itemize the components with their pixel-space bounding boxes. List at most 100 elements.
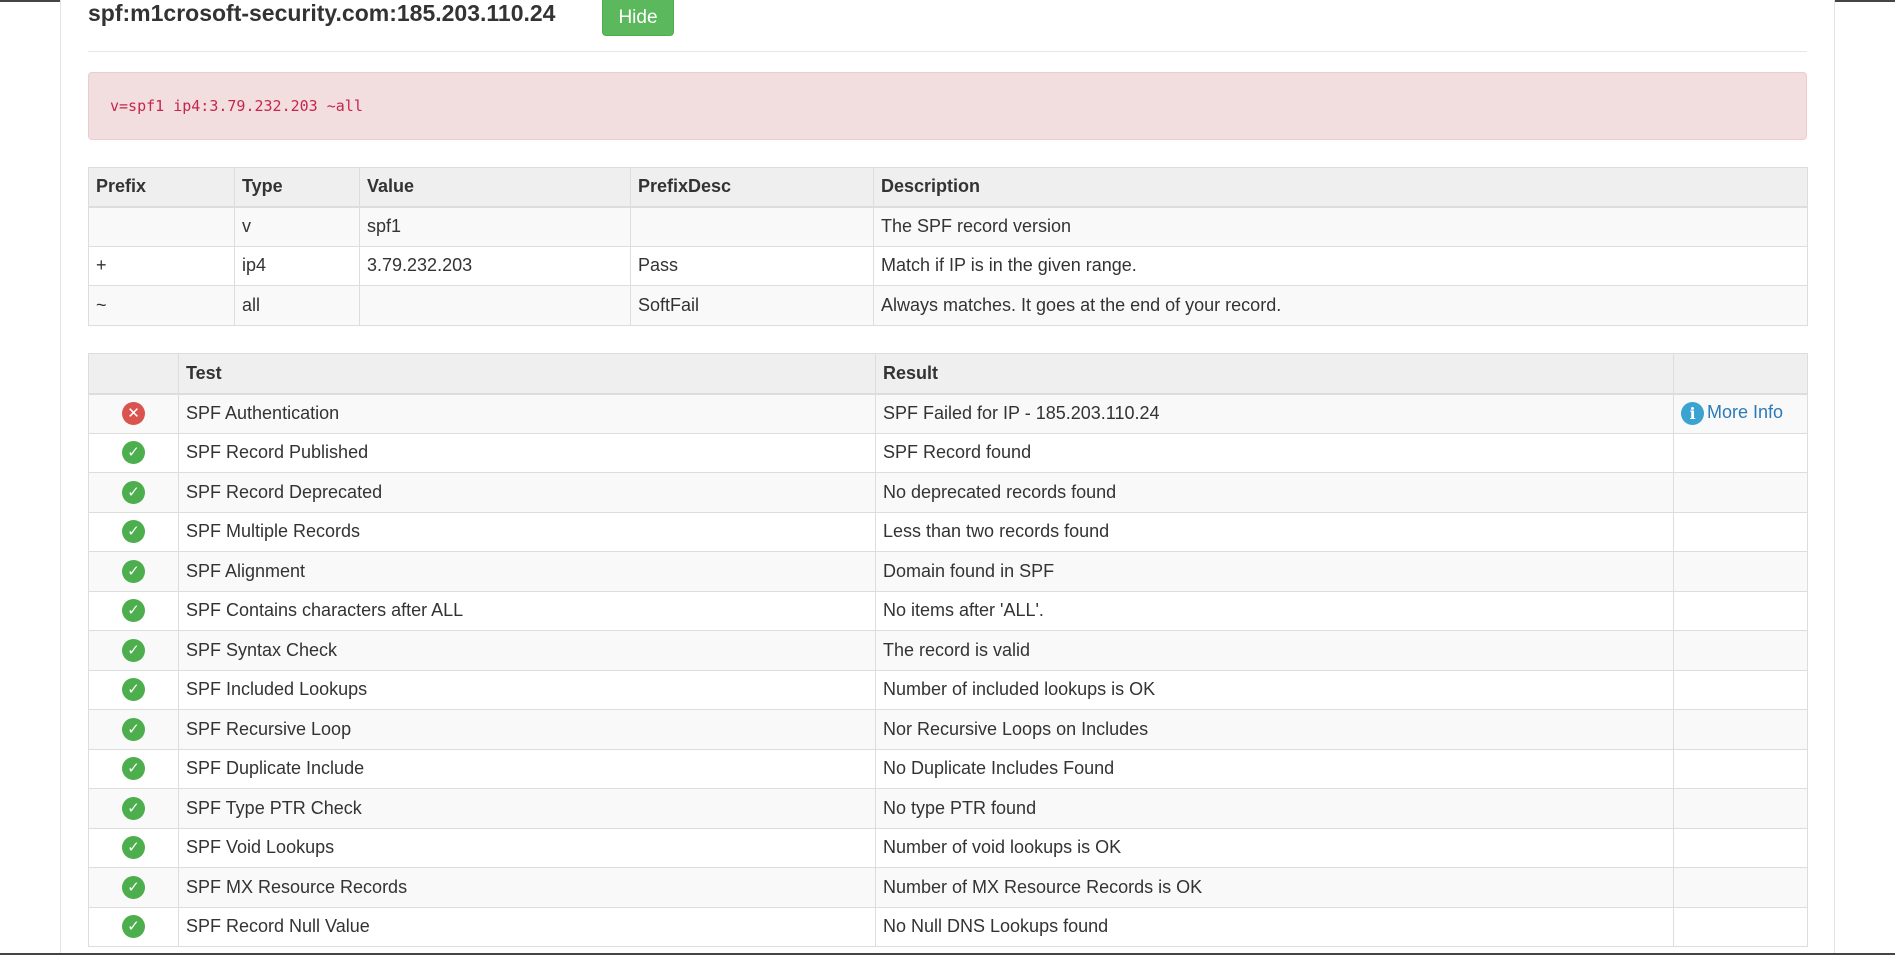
table-row: ✓ SPF Contains characters after ALL No ite… xyxy=(88,590,1808,631)
column-header-test: Test xyxy=(178,353,876,395)
table-row: ~ all SoftFail Always matches. It goes a… xyxy=(88,285,1808,326)
cell-result: SPF Record found xyxy=(875,432,1674,473)
cell-result: Less than two records found xyxy=(875,511,1674,552)
column-header-prefix: Prefix xyxy=(88,167,235,208)
check-circle-icon: ✓ xyxy=(122,875,145,899)
cell-result: No Duplicate Includes Found xyxy=(875,748,1674,789)
column-header-prefixdesc: PrefixDesc xyxy=(630,167,874,208)
cell-status: ✓ xyxy=(88,472,179,513)
table-row: ✓ SPF Record Published SPF Record found xyxy=(88,432,1808,473)
check-circle-icon: ✓ xyxy=(122,717,145,741)
table-row: v spf1 The SPF record version xyxy=(88,206,1808,247)
table-row: ✓ SPF Duplicate Include No Duplicate Inclu… xyxy=(88,748,1808,789)
cell-result: No type PTR found xyxy=(875,788,1674,829)
cell-value: 3.79.232.203 xyxy=(359,245,631,286)
cell-prefixdesc xyxy=(630,206,874,247)
check-circle-icon: ✓ xyxy=(122,559,145,583)
cell-info xyxy=(1673,788,1808,829)
table-row: ✓ SPF Record Deprecated No deprecated reco… xyxy=(88,472,1808,513)
cell-test: SPF Contains characters after ALL xyxy=(178,590,876,631)
cell-status: ✓ xyxy=(88,827,179,868)
cell-result: SPF Failed for IP - 185.203.110.24 xyxy=(875,393,1674,434)
table-row: ✓ SPF Void Lookups Number of void lookups … xyxy=(88,827,1808,868)
cell-info xyxy=(1673,630,1808,671)
cell-test: SPF Alignment xyxy=(178,551,876,592)
x-circle-icon: ✕ xyxy=(122,402,145,425)
hide-button[interactable]: Hide xyxy=(602,0,674,36)
check-circle-icon: ✓ xyxy=(122,520,145,544)
check-circle-icon: ✓ xyxy=(122,599,145,623)
cell-test: SPF Syntax Check xyxy=(178,630,876,671)
check-circle-icon: ✓ xyxy=(122,638,145,662)
cell-result: Number of included lookups is OK xyxy=(875,669,1674,710)
cell-test: SPF Record Deprecated xyxy=(178,472,876,513)
cell-info xyxy=(1673,669,1808,710)
spf-tests-table: Test Result ✕ SPF Authentication SPF Faile… xyxy=(88,353,1808,947)
cell-result: Domain found in SPF xyxy=(875,551,1674,592)
cell-test: SPF Duplicate Include xyxy=(178,748,876,789)
cell-prefix: ~ xyxy=(88,285,235,326)
table-header-row: Prefix Type Value PrefixDesc Description xyxy=(88,167,1808,208)
table-row: ✓ SPF Included Lookups Number of included … xyxy=(88,669,1808,710)
column-header-result: Result xyxy=(875,353,1674,395)
cell-status: ✓ xyxy=(88,788,179,829)
cell-test: SPF MX Resource Records xyxy=(178,867,876,908)
cell-value: spf1 xyxy=(359,206,631,247)
cell-info: i More Info xyxy=(1673,393,1808,434)
info-circle-icon: i xyxy=(1681,402,1704,425)
check-circle-icon: ✓ xyxy=(122,678,145,702)
check-circle-icon: ✓ xyxy=(122,796,145,820)
cell-status: ✓ xyxy=(88,432,179,473)
cell-test: SPF Included Lookups xyxy=(178,669,876,710)
cell-test: SPF Void Lookups xyxy=(178,827,876,868)
cell-prefixdesc: Pass xyxy=(630,245,874,286)
cell-test: SPF Record Published xyxy=(178,432,876,473)
cell-description: The SPF record version xyxy=(873,206,1808,247)
cell-prefix: + xyxy=(88,245,235,286)
cell-test: SPF Multiple Records xyxy=(178,511,876,552)
cell-info xyxy=(1673,748,1808,789)
more-info-link[interactable]: i More Info xyxy=(1681,402,1783,425)
cell-status: ✓ xyxy=(88,709,179,750)
cell-info xyxy=(1673,827,1808,868)
check-circle-icon: ✓ xyxy=(122,480,145,504)
table-row: ✓ SPF Alignment Domain found in SPF xyxy=(88,551,1808,592)
cell-info xyxy=(1673,551,1808,592)
cell-info xyxy=(1673,511,1808,552)
check-circle-icon: ✓ xyxy=(122,441,145,465)
cell-result: No deprecated records found xyxy=(875,472,1674,513)
cell-status: ✕ xyxy=(88,393,179,434)
cell-value xyxy=(359,285,631,326)
spf-record-text: v=spf1 ip4:3.79.232.203 ~all xyxy=(110,97,363,115)
cell-status: ✓ xyxy=(88,748,179,789)
cell-status: ✓ xyxy=(88,511,179,552)
spf-record-table: Prefix Type Value PrefixDesc Description… xyxy=(88,167,1808,326)
cell-result: No Null DNS Lookups found xyxy=(875,906,1674,947)
column-header-type: Type xyxy=(234,167,360,208)
column-header-value: Value xyxy=(359,167,631,208)
cell-info xyxy=(1673,709,1808,750)
table-row: + ip4 3.79.232.203 Pass Match if IP is i… xyxy=(88,245,1808,286)
cell-type: v xyxy=(234,206,360,247)
cell-test: SPF Type PTR Check xyxy=(178,788,876,829)
cell-info xyxy=(1673,867,1808,908)
cell-result: The record is valid xyxy=(875,630,1674,671)
cell-type: all xyxy=(234,285,360,326)
cell-info xyxy=(1673,590,1808,631)
cell-status: ✓ xyxy=(88,906,179,947)
table-row: ✓ SPF Recursive Loop Nor Recursive Loops o… xyxy=(88,709,1808,750)
table-row: ✓ SPF Record Null Value No Null DNS Lookup… xyxy=(88,906,1808,947)
cell-description: Match if IP is in the given range. xyxy=(873,245,1808,286)
cell-status: ✓ xyxy=(88,590,179,631)
spf-record-alert: v=spf1 ip4:3.79.232.203 ~all xyxy=(88,72,1807,140)
cell-status: ✓ xyxy=(88,867,179,908)
check-circle-icon: ✓ xyxy=(122,915,145,939)
table-row: ✓ SPF MX Resource Records Number of MX Res… xyxy=(88,867,1808,908)
table-row: ✓ SPF Syntax Check The record is valid xyxy=(88,630,1808,671)
cell-status: ✓ xyxy=(88,669,179,710)
cell-test: SPF Recursive Loop xyxy=(178,709,876,750)
cell-type: ip4 xyxy=(234,245,360,286)
cell-test: SPF Record Null Value xyxy=(178,906,876,947)
cell-result: Number of void lookups is OK xyxy=(875,827,1674,868)
check-circle-icon: ✓ xyxy=(122,757,145,781)
